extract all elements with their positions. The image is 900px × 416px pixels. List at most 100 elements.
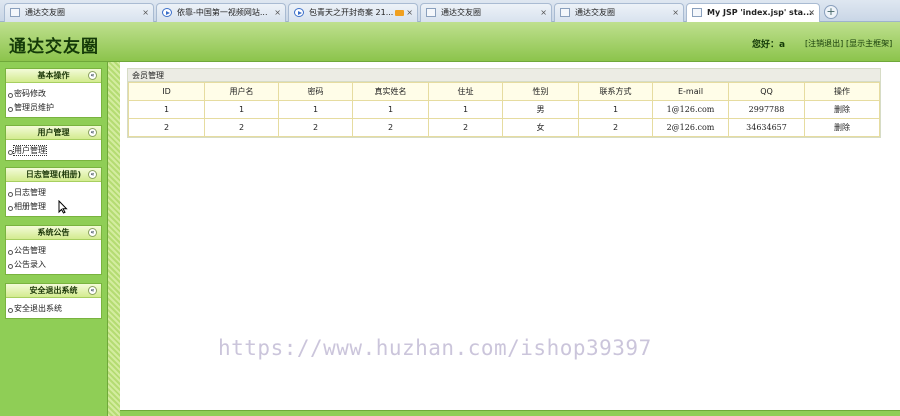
column-header: QQ <box>728 82 805 101</box>
menu-group-title[interactable]: 日志管理(相册) « <box>6 168 101 182</box>
menu-group-exit: 安全退出系统 « 安全退出系统 <box>5 283 102 319</box>
video-icon <box>395 9 405 16</box>
watermark: https://www.huzhan.com/ishop39397 <box>218 336 652 360</box>
page-icon <box>560 8 570 17</box>
menu-group-title[interactable]: 系统公告 « <box>6 226 101 240</box>
page-icon <box>426 8 436 17</box>
tab-label: 包青天之开封奇案 21... <box>309 8 394 17</box>
cell-realname: 2 <box>352 118 429 137</box>
table-row: 2 2 2 2 2 女 2 2@126.com 34634657 删除 <box>128 118 880 137</box>
close-icon[interactable]: × <box>672 4 679 21</box>
cell-address: 1 <box>428 100 503 119</box>
sidebar-item-label: 用户管理 <box>13 145 47 156</box>
cell-id: 2 <box>128 118 205 137</box>
sidebar-item-safe-exit[interactable]: 安全退出系统 <box>6 302 101 316</box>
collapse-icon[interactable]: « <box>88 71 97 80</box>
cell-email: 2@126.com <box>652 118 729 137</box>
logout-link[interactable]: [注销退出] <box>805 38 843 49</box>
cell-contact: 1 <box>578 100 653 119</box>
sidebar-item-label: 密码修改 <box>14 89 46 98</box>
frame-splitter[interactable] <box>108 62 120 416</box>
column-header: ID <box>128 82 205 101</box>
cell-id: 1 <box>128 100 205 119</box>
site-title: 通达交友圈 <box>9 37 99 57</box>
sidebar-item-label: 相册管理 <box>14 202 46 211</box>
collapse-icon[interactable]: « <box>88 228 97 237</box>
close-icon[interactable]: × <box>540 4 547 21</box>
close-icon[interactable]: × <box>142 4 149 21</box>
menu-group-logs: 日志管理(相册) « 日志管理 相册管理 <box>5 167 102 217</box>
browser-tab-6[interactable]: My JSP 'index.jsp' sta... × <box>686 3 820 23</box>
collapse-icon[interactable]: « <box>88 286 97 295</box>
tab-label: My JSP 'index.jsp' sta... <box>707 8 813 17</box>
collapse-icon[interactable]: « <box>88 170 97 179</box>
table-row: 1 1 1 1 1 男 1 1@126.com 2997788 删除 <box>128 100 880 119</box>
page-icon <box>10 8 20 17</box>
member-management-panel: 会员管理 ID 用户名 密码 真实姓名 住址 性别 联系方式 E-mail QQ… <box>127 68 881 138</box>
delete-link[interactable]: 删除 <box>804 100 880 119</box>
sidebar-item-label: 安全退出系统 <box>14 304 62 313</box>
sidebar-item-album-management[interactable]: 相册管理 <box>6 200 101 214</box>
column-header: 联系方式 <box>578 82 653 101</box>
cell-realname: 1 <box>352 100 429 119</box>
close-icon[interactable]: × <box>274 4 281 21</box>
tab-label: 依靠-中国第一视频网站... <box>177 8 268 17</box>
play-icon <box>294 8 304 17</box>
cell-email: 1@126.com <box>652 100 729 119</box>
cell-gender: 女 <box>502 118 579 137</box>
bottom-frame-border <box>120 410 900 416</box>
close-icon[interactable]: × <box>808 4 815 21</box>
tab-label: 通达交友圈 <box>441 8 481 17</box>
cell-gender: 男 <box>502 100 579 119</box>
browser-tab-bar: 通达交友圈 × 依靠-中国第一视频网站... × 包青天之开封奇案 21... … <box>0 0 900 23</box>
new-tab-button[interactable]: + <box>824 5 838 19</box>
cell-password: 2 <box>278 118 353 137</box>
cell-username: 1 <box>204 100 279 119</box>
menu-group-title[interactable]: 用户管理 « <box>6 126 101 140</box>
close-icon[interactable]: × <box>406 4 413 21</box>
menu-group-label: 用户管理 <box>37 128 70 137</box>
cell-username: 2 <box>204 118 279 137</box>
browser-tab-5[interactable]: 通达交友圈 × <box>554 3 684 22</box>
menu-group-label: 基本操作 <box>37 71 70 80</box>
member-table: ID 用户名 密码 真实姓名 住址 性别 联系方式 E-mail QQ 操作 1… <box>128 82 880 137</box>
sidebar-item-announcement-management[interactable]: 公告管理 <box>6 244 101 258</box>
menu-group-basic: 基本操作 « 密码修改 管理员维护 <box>5 68 102 118</box>
delete-link[interactable]: 删除 <box>804 118 880 137</box>
sidebar-item-log-management[interactable]: 日志管理 <box>6 186 101 200</box>
page-icon <box>692 8 702 17</box>
play-icon <box>162 8 172 17</box>
sidebar-item-admin-maintenance[interactable]: 管理员维护 <box>6 101 101 115</box>
sidebar-item-label: 日志管理 <box>14 188 46 197</box>
sidebar: 基本操作 « 密码修改 管理员维护 用户管理 « 用户管理 日志管理(相册) «… <box>0 62 108 416</box>
cell-qq: 34634657 <box>728 118 805 137</box>
column-header: 住址 <box>428 82 503 101</box>
show-main-frame-link[interactable]: [显示主框架] <box>846 38 892 49</box>
tab-label: 通达交友圈 <box>575 8 615 17</box>
browser-tab-2[interactable]: 依靠-中国第一视频网站... × <box>156 3 286 22</box>
menu-group-title[interactable]: 基本操作 « <box>6 69 101 83</box>
browser-tab-3[interactable]: 包青天之开封奇案 21... × <box>288 3 418 22</box>
cell-password: 1 <box>278 100 353 119</box>
sidebar-item-announcement-entry[interactable]: 公告录入 <box>6 258 101 272</box>
column-header: 密码 <box>278 82 353 101</box>
tab-label: 通达交友圈 <box>25 8 65 17</box>
collapse-icon[interactable]: « <box>88 128 97 137</box>
column-header: 性别 <box>502 82 579 101</box>
cell-qq: 2997788 <box>728 100 805 119</box>
panel-title: 会员管理 <box>128 69 880 82</box>
column-header: E-mail <box>652 82 729 101</box>
browser-tab-1[interactable]: 通达交友圈 × <box>4 3 154 22</box>
column-header: 操作 <box>804 82 880 101</box>
menu-group-label: 安全退出系统 <box>29 286 78 295</box>
sidebar-item-label: 管理员维护 <box>14 103 54 112</box>
menu-group-announcements: 系统公告 « 公告管理 公告录入 <box>5 225 102 275</box>
site-header: 通达交友圈 您好：a [注销退出] [显示主框架] <box>0 22 900 62</box>
browser-tab-4[interactable]: 通达交友圈 × <box>420 3 552 22</box>
cell-contact: 2 <box>578 118 653 137</box>
sidebar-item-label: 公告录入 <box>14 260 46 269</box>
sidebar-item-user-management[interactable]: 用户管理 <box>6 144 101 158</box>
sidebar-item-label: 公告管理 <box>14 246 46 255</box>
sidebar-item-change-password[interactable]: 密码修改 <box>6 87 101 101</box>
menu-group-title[interactable]: 安全退出系统 « <box>6 284 101 298</box>
